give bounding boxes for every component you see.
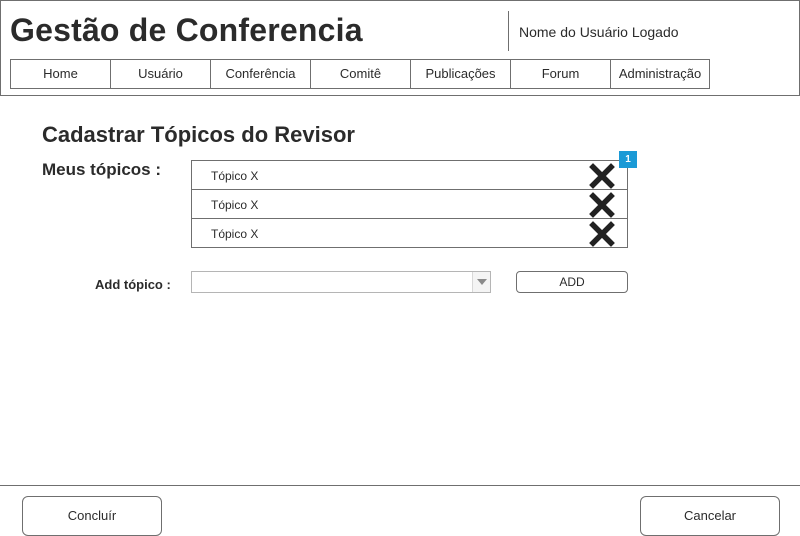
header: Gestão de Conferencia Nome do Usuário Lo… — [0, 0, 800, 96]
nav-item-forum[interactable]: Forum — [511, 60, 611, 88]
add-topic-label: Add tópico : — [95, 277, 171, 292]
nav-item-publicacoes[interactable]: Publicações — [411, 60, 511, 88]
chevron-down-icon[interactable] — [472, 272, 490, 292]
nav-item-conferencia[interactable]: Conferência — [211, 60, 311, 88]
add-topic-button[interactable]: ADD — [516, 271, 628, 293]
close-x-icon[interactable] — [589, 221, 615, 247]
user-separator — [508, 11, 509, 51]
annotation-badge: 1 — [619, 151, 637, 168]
cancel-button[interactable]: Cancelar — [640, 496, 780, 536]
topic-label: Tópico X — [211, 198, 259, 212]
nav-item-usuario[interactable]: Usuário — [111, 60, 211, 88]
close-x-icon[interactable] — [589, 163, 615, 189]
topic-label: Tópico X — [211, 227, 259, 241]
topic-row: Tópico X — [191, 160, 628, 190]
page-title: Cadastrar Tópicos do Revisor — [42, 122, 355, 147]
main-nav: Home Usuário Conferência Comitê Publicaç… — [10, 59, 710, 89]
nav-item-comite[interactable]: Comitê — [311, 60, 411, 88]
confirm-button[interactable]: Concluír — [22, 496, 162, 536]
close-x-icon[interactable] — [589, 192, 615, 218]
topic-row: Tópico X — [191, 218, 628, 248]
topics-list: Tópico X Tópico X Tópico X — [191, 160, 628, 248]
topic-label: Tópico X — [211, 169, 259, 183]
logged-user-name[interactable]: Nome do Usuário Logado — [519, 24, 679, 40]
topics-label: Meus tópicos : — [42, 160, 162, 179]
nav-item-home[interactable]: Home — [11, 60, 111, 88]
add-topic-select[interactable] — [191, 271, 491, 293]
footer-divider — [0, 485, 800, 486]
app-title: Gestão de Conferencia — [10, 12, 363, 48]
nav-item-administracao[interactable]: Administração — [611, 60, 709, 88]
topic-row: Tópico X — [191, 189, 628, 219]
